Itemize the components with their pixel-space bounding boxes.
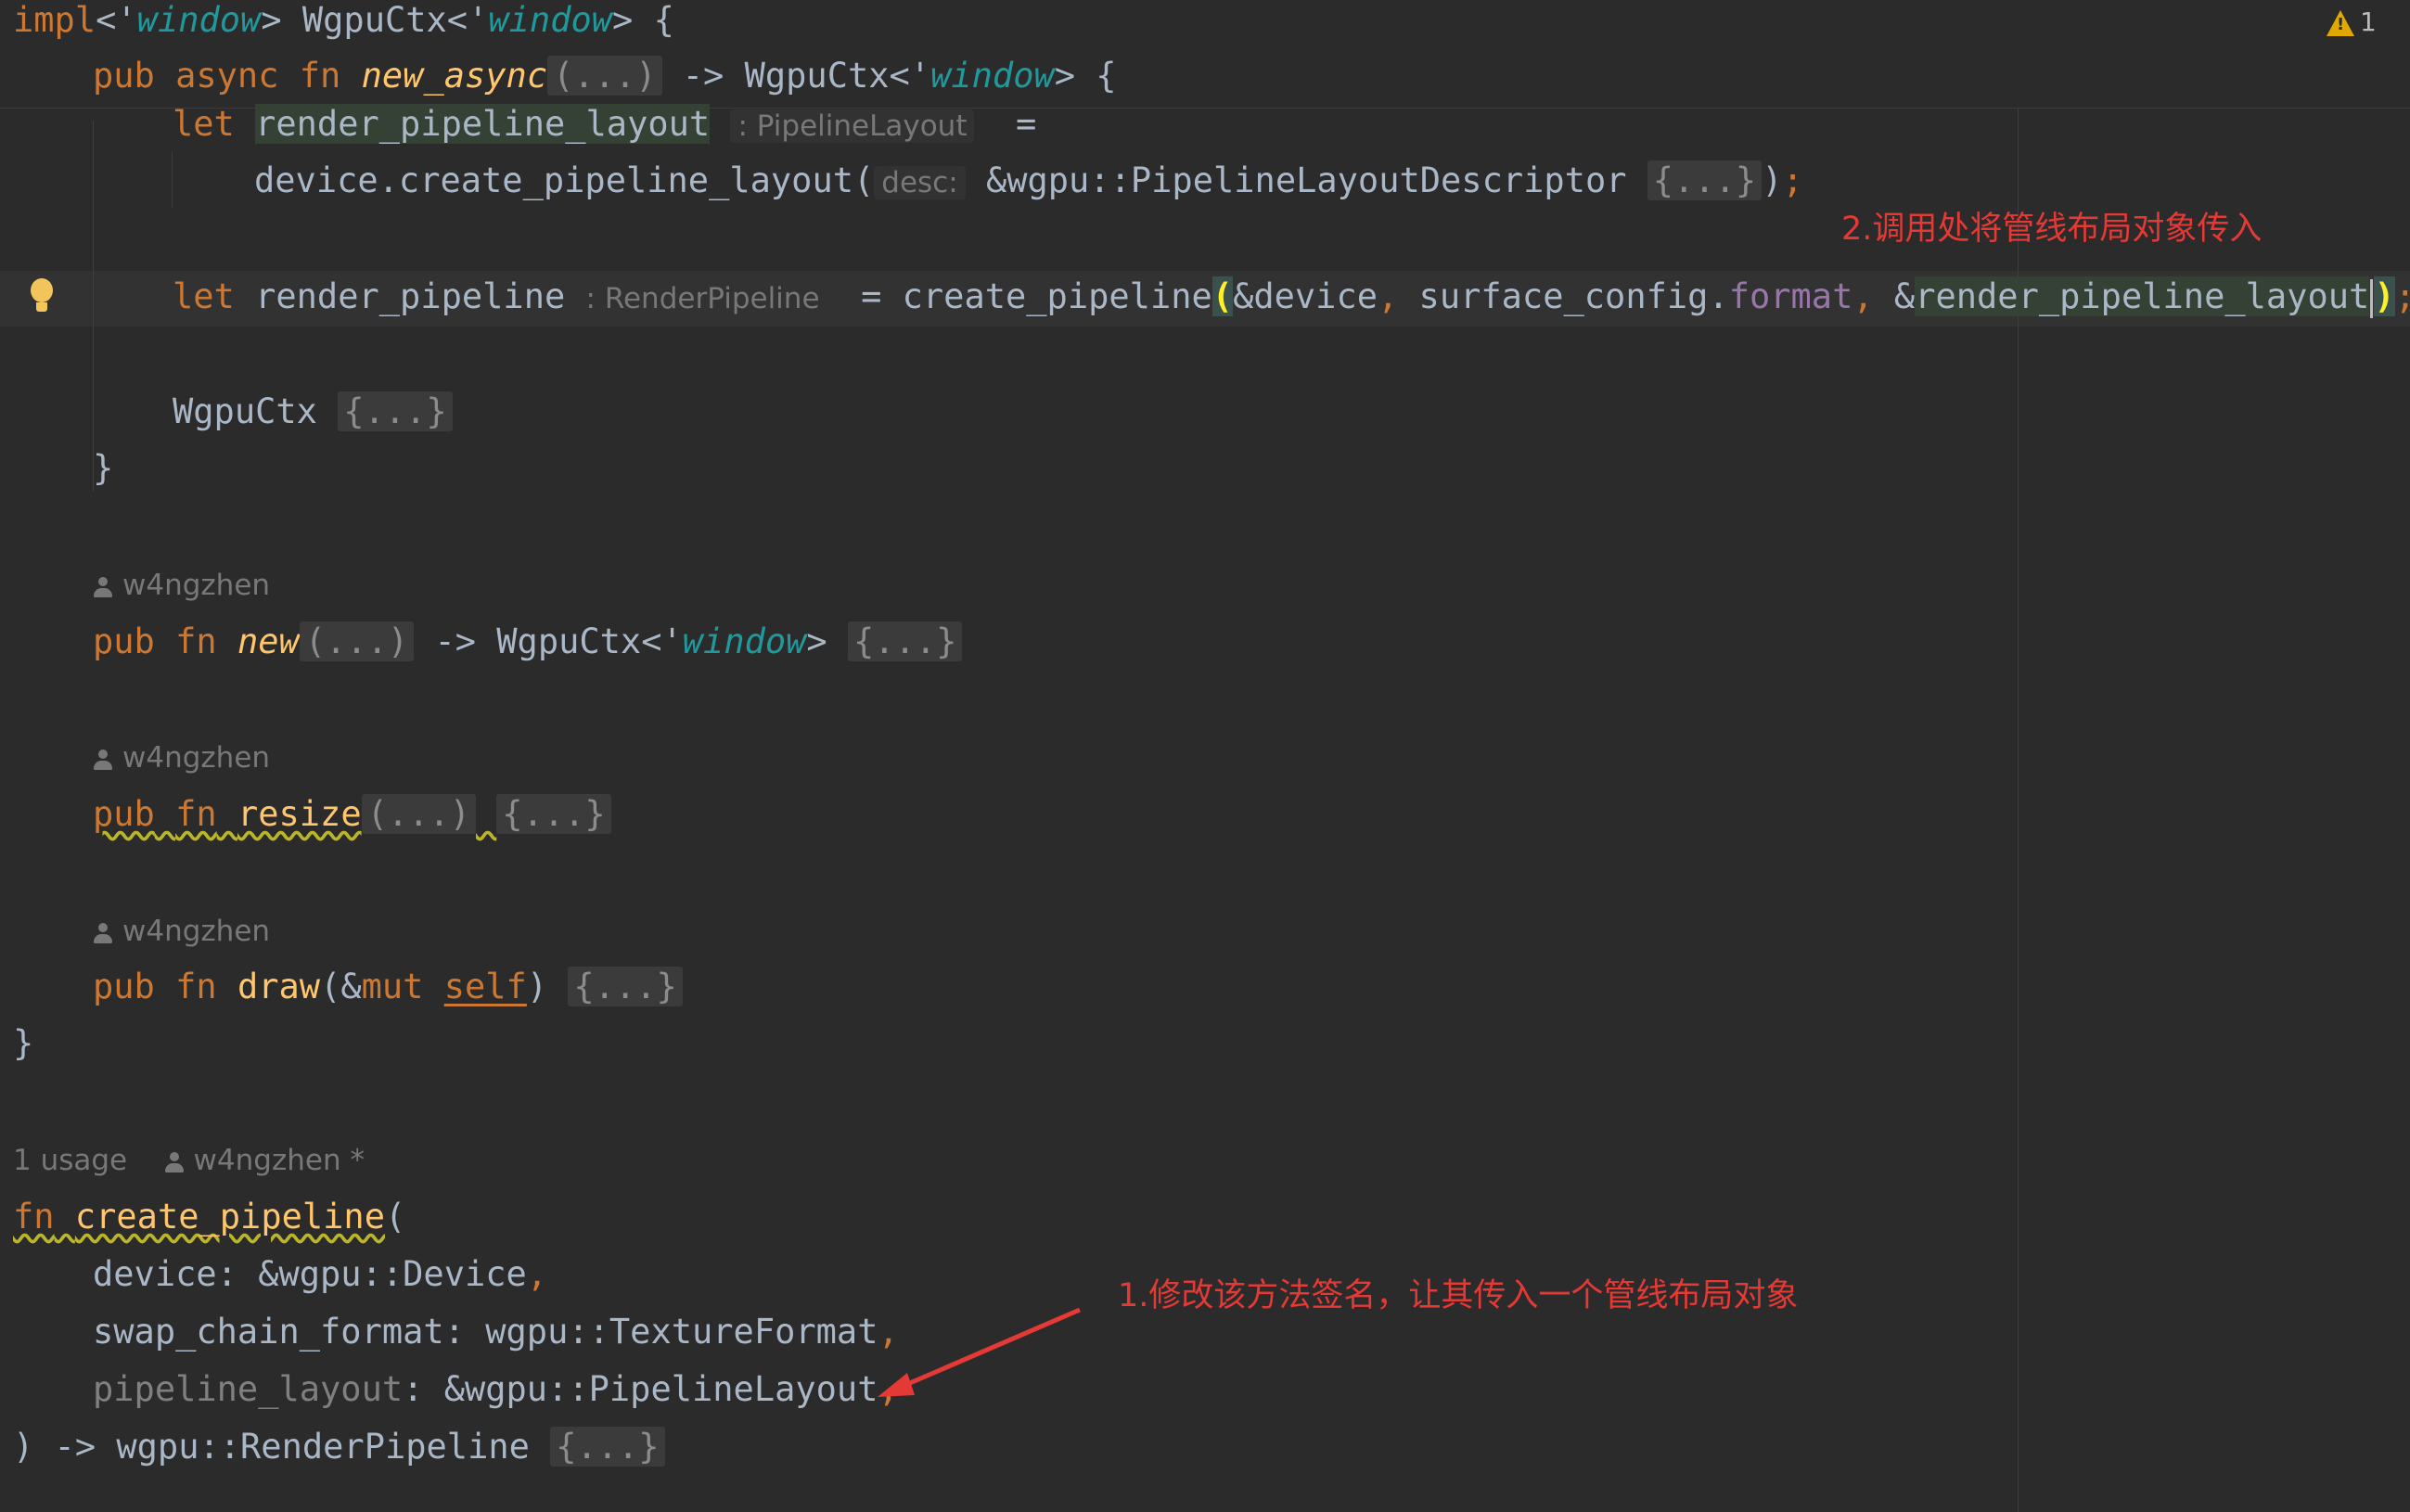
create-pipeline-signature[interactable]: fn create_pipeline( [13,1189,405,1245]
arrow-annotation [878,1307,1081,1397]
folded-args[interactable]: (...) [299,621,415,661]
user-icon [164,1151,185,1173]
param-swap-chain-format[interactable]: swap_chain_format: wgpu::TextureFormat, [93,1304,899,1360]
param-pipeline-layout[interactable]: pipeline_layout: &wgpu::PipelineLayout, [93,1362,899,1417]
device-call-line[interactable]: device.create_pipeline_layout(desc: &wgp… [254,153,1803,209]
author-hint[interactable]: w4ngzhen [93,735,270,781]
folded-block[interactable]: {...} [1647,160,1763,200]
let-pipeline-line[interactable]: let render_pipeline : RenderPipeline = c… [173,269,2410,325]
folded-args[interactable]: (...) [547,56,662,96]
code-editor[interactable]: impl<'window> WgpuCtx<'window> { ! 1 pub … [0,0,2410,1512]
param-hint: desc: [874,166,966,199]
author-hint[interactable]: w4ngzhen [93,908,270,955]
new-fn-line[interactable]: pub fn new (...) -> WgpuCtx<'window> {...… [93,614,963,670]
user-icon [93,749,113,771]
param-device[interactable]: device: &wgpu::Device, [93,1247,547,1302]
folded-block[interactable]: {...} [847,621,963,661]
text-caret [2370,278,2374,318]
folded-block[interactable]: {...} [550,1427,665,1467]
folded-args[interactable]: (...) [361,794,476,834]
type-hint: : RenderPipeline [585,282,820,315]
resize-fn-line[interactable]: pub fn resize (...) {...} [93,787,611,842]
folded-block[interactable]: {...} [338,391,453,431]
indent-guide [172,152,173,208]
closing-brace: } [93,448,114,488]
return-type-line[interactable]: ) -> wgpu::RenderPipeline {...} [13,1419,665,1475]
wgpuctx-line[interactable]: WgpuCtx {...} [173,384,453,440]
warning-icon: ! [2327,10,2354,36]
author-hint[interactable]: w4ngzhen [93,562,270,609]
folded-block[interactable]: {...} [568,967,683,1006]
annotation-signature: 1.修改该方法签名，让其传入一个管线布局对象 [1118,1277,1799,1314]
user-icon [93,576,113,598]
variable-render-pipeline-layout[interactable]: render_pipeline_layout [255,104,711,144]
lightbulb-icon[interactable] [28,278,56,319]
warning-indicator[interactable]: ! 1 [2327,4,2377,41]
closing-brace: } [13,1023,34,1063]
annotation-call-site: 2.调用处将管线布局对象传入 [1841,211,2263,248]
indent-guide [93,121,94,492]
folded-block[interactable]: {...} [496,794,611,834]
variable-render-pipeline-layout-ref[interactable]: render_pipeline_layout [1915,276,2370,316]
new-async-signature[interactable]: pub async fn new_async (...) -> WgpuCtx<'… [93,48,1117,104]
usage-author-hints[interactable]: 1 usage w4ngzhen * [13,1137,365,1184]
type-hint: : PipelineLayout [730,109,975,143]
draw-fn-line[interactable]: pub fn draw(&mut self) {...} [93,959,683,1015]
impl-line[interactable]: impl<'window> WgpuCtx<'window> { [13,0,674,48]
user-icon [93,922,113,944]
let-layout-line[interactable]: let render_pipeline_layout : PipelineLay… [173,96,1036,152]
usage-count[interactable]: 1 usage [13,1144,127,1177]
